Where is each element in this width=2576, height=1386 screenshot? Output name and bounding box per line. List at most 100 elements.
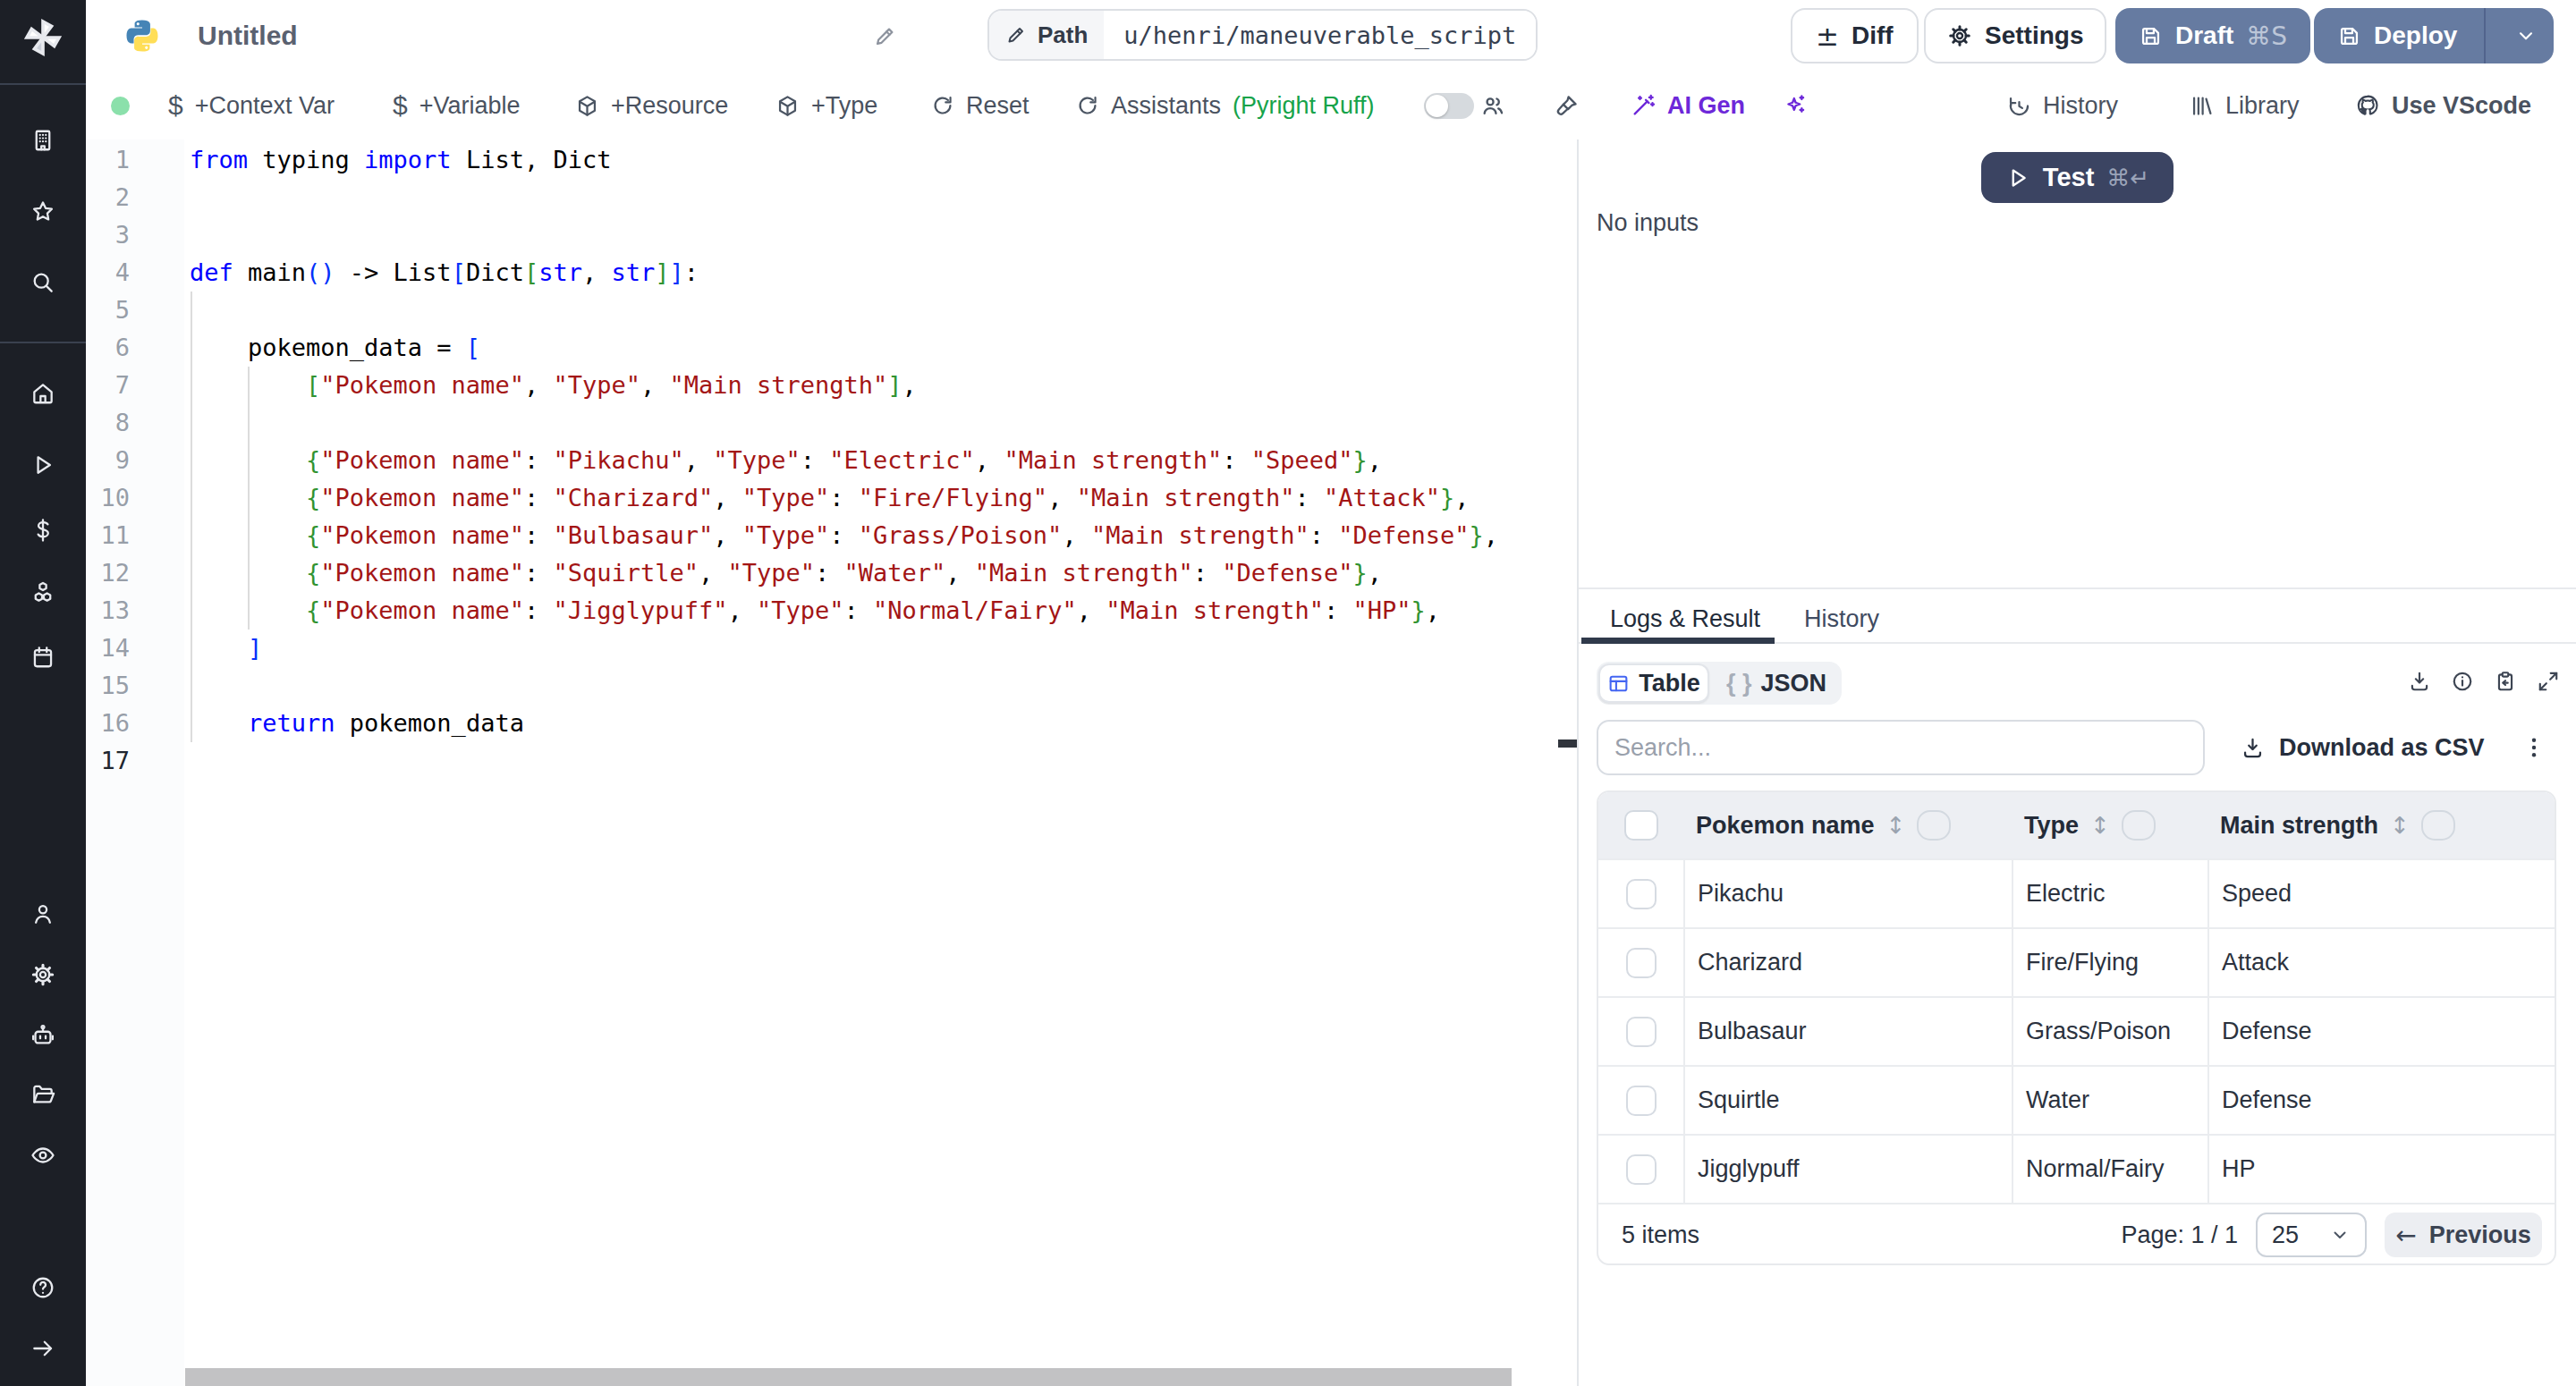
ai-gen-button[interactable]: AI Gen xyxy=(1631,72,1745,139)
favorites-star-icon[interactable] xyxy=(30,199,56,225)
sparkles-icon[interactable] xyxy=(1783,72,1808,139)
script-title[interactable]: Untitled xyxy=(198,0,298,72)
sort-icon[interactable]: ↕ xyxy=(2090,812,2110,839)
code-line[interactable]: 5 xyxy=(86,292,1577,329)
variables-dollar-icon[interactable] xyxy=(30,518,56,544)
add-context-var-button[interactable]: $ +Context Var xyxy=(168,72,335,139)
table-row[interactable]: SquirtleWaterDefense xyxy=(1598,1065,2555,1134)
code-line[interactable]: 14 ] xyxy=(86,630,1577,667)
workspace-icon[interactable] xyxy=(30,128,56,154)
assistants-button[interactable]: Assistants (Pyright Ruff) xyxy=(1076,72,1375,139)
code-line[interactable]: 7 ["Pokemon name", "Type", "Main strengt… xyxy=(86,367,1577,404)
code-line[interactable]: 8 xyxy=(86,404,1577,442)
windmill-logo[interactable] xyxy=(22,17,64,58)
previous-page-button[interactable]: ← Previous xyxy=(2385,1213,2542,1257)
library-button[interactable]: Library xyxy=(2190,72,2300,139)
help-icon[interactable] xyxy=(30,1275,56,1301)
table-cell: Bulbasaur xyxy=(1683,998,2012,1065)
draft-button[interactable]: Draft ⌘S xyxy=(2115,8,2310,63)
users-icon[interactable] xyxy=(1480,72,1505,139)
deploy-button[interactable]: Deploy xyxy=(2314,8,2554,63)
row-checkbox[interactable] xyxy=(1626,948,1657,978)
use-vscode-button[interactable]: Use VScode xyxy=(2355,72,2531,139)
code-line[interactable]: 9 {"Pokemon name": "Pikachu", "Type": "E… xyxy=(86,442,1577,479)
view-table-button[interactable]: Table xyxy=(1598,663,1709,703)
code-line[interactable]: 17 xyxy=(86,742,1577,780)
table-row[interactable]: JigglypuffNormal/FairyHP xyxy=(1598,1134,2555,1203)
path-value[interactable]: u/henri/maneuverable_script xyxy=(1104,11,1536,59)
panel-divider[interactable] xyxy=(1579,587,2576,589)
table-row[interactable]: BulbasaurGrass/PoisonDefense xyxy=(1598,996,2555,1065)
format-brush-icon[interactable] xyxy=(1555,72,1580,139)
line-number: 10 xyxy=(86,479,130,517)
code-line[interactable]: 11 {"Pokemon name": "Bulbasaur", "Type":… xyxy=(86,517,1577,554)
resources-boxes-icon[interactable] xyxy=(30,580,56,606)
code-line[interactable]: 4def main() -> List[Dict[str, str]]: xyxy=(86,254,1577,292)
table-row[interactable]: PikachuElectricSpeed xyxy=(1598,858,2555,927)
test-button[interactable]: Test ⌘↵ xyxy=(1981,152,2174,203)
expand-result-icon[interactable] xyxy=(2537,670,2560,693)
row-checkbox[interactable] xyxy=(1626,1017,1657,1047)
row-checkbox[interactable] xyxy=(1626,879,1657,909)
table-row[interactable]: CharizardFire/FlyingAttack xyxy=(1598,927,2555,996)
search-input[interactable] xyxy=(1598,722,2203,773)
filter-toggle[interactable] xyxy=(2122,810,2156,841)
home-icon[interactable] xyxy=(30,381,56,407)
tab-logs-result[interactable]: Logs & Result xyxy=(1610,604,1760,634)
code-line[interactable]: 1from typing import List, Dict xyxy=(86,141,1577,179)
row-checkbox[interactable] xyxy=(1626,1154,1657,1185)
topbar: Untitled Path u/henri/maneuverable_scrip… xyxy=(86,0,2576,72)
settings-gear-icon[interactable] xyxy=(30,962,56,988)
code-line[interactable]: 3 xyxy=(86,216,1577,254)
diff-button[interactable]: ± Diff xyxy=(1791,8,1919,63)
schedules-calendar-icon[interactable] xyxy=(30,645,56,671)
reset-button[interactable]: Reset xyxy=(931,72,1030,139)
tab-history[interactable]: History xyxy=(1804,604,1879,634)
add-resource-button[interactable]: +Resource xyxy=(575,72,728,139)
select-all-checkbox[interactable] xyxy=(1624,810,1658,841)
code-line[interactable]: 6 pokemon_data = [ xyxy=(86,329,1577,367)
table-cell: Defense xyxy=(2207,1067,2555,1134)
sort-icon[interactable]: ↕ xyxy=(2390,812,2410,839)
audit-eye-icon[interactable] xyxy=(30,1143,56,1169)
result-search[interactable] xyxy=(1597,720,2205,775)
page-size-select[interactable]: 25 xyxy=(2256,1213,2367,1257)
code-editor[interactable]: 1from typing import List, Dict234def mai… xyxy=(86,139,1577,1386)
multiplayer-toggle[interactable] xyxy=(1424,72,1474,139)
column-header[interactable]: Pokemon name xyxy=(1696,812,1875,840)
sort-icon[interactable]: ↕ xyxy=(1886,812,1906,839)
settings-button[interactable]: Settings xyxy=(1924,8,2106,63)
copy-result-icon[interactable] xyxy=(2494,670,2517,693)
code-line[interactable]: 10 {"Pokemon name": "Charizard", "Type":… xyxy=(86,479,1577,517)
code-line[interactable]: 16 return pokemon_data xyxy=(86,705,1577,742)
user-icon[interactable] xyxy=(30,901,56,927)
code-line[interactable]: 15 xyxy=(86,667,1577,705)
history-button[interactable]: History xyxy=(2007,72,2118,139)
column-header[interactable]: Type xyxy=(2024,812,2079,840)
horizontal-scrollbar[interactable] xyxy=(185,1368,1512,1386)
expand-sidebar-arrow-icon[interactable] xyxy=(30,1336,56,1362)
table-menu-kebab[interactable] xyxy=(2519,720,2549,775)
add-type-button[interactable]: +Type xyxy=(775,72,877,139)
view-json-button[interactable]: { } JSON xyxy=(1711,670,1842,697)
code-line[interactable]: 13 {"Pokemon name": "Jigglypuff", "Type"… xyxy=(86,592,1577,630)
deploy-dropdown-button[interactable] xyxy=(2498,24,2554,47)
folders-icon[interactable] xyxy=(30,1082,56,1108)
search-icon[interactable] xyxy=(30,270,56,296)
runs-play-icon[interactable] xyxy=(30,452,56,478)
download-csv-button[interactable]: Download as CSV xyxy=(2241,720,2485,775)
assistants-status[interactable]: (Pyright Ruff) xyxy=(1233,92,1375,120)
table-footer: 5 items Page: 1 / 1 25 ← Previous xyxy=(1598,1203,2555,1265)
path-field[interactable]: Path u/henri/maneuverable_script xyxy=(987,9,1538,61)
workers-robot-icon[interactable] xyxy=(30,1023,56,1049)
code-line[interactable]: 12 {"Pokemon name": "Squirtle", "Type": … xyxy=(86,554,1577,592)
filter-toggle[interactable] xyxy=(2421,810,2455,841)
add-variable-button[interactable]: $ +Variable xyxy=(393,72,521,139)
edit-summary-pencil-icon[interactable] xyxy=(873,24,897,48)
info-icon[interactable] xyxy=(2451,670,2474,693)
download-result-icon[interactable] xyxy=(2408,670,2431,693)
filter-toggle[interactable] xyxy=(1917,810,1951,841)
row-checkbox[interactable] xyxy=(1626,1086,1657,1116)
column-header[interactable]: Main strength xyxy=(2220,812,2378,840)
code-line[interactable]: 2 xyxy=(86,179,1577,216)
